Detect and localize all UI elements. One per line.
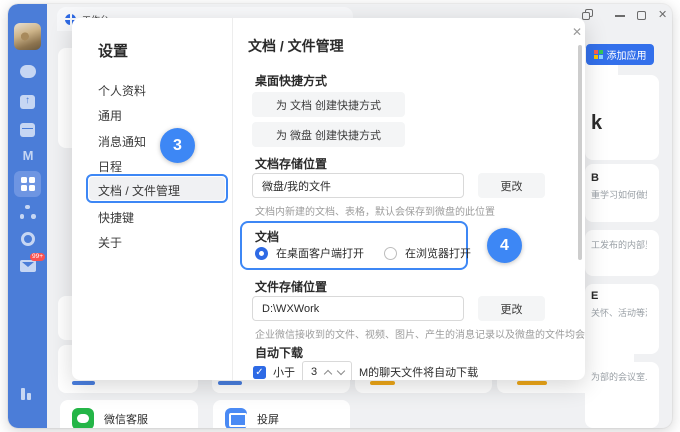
stats-icon[interactable] <box>18 384 37 403</box>
nav-item-profile[interactable]: 个人资料 <box>98 82 146 99</box>
doc-storage-helper: 文档内新建的文档、表格，默认会保存到微盘的此位置 <box>255 203 495 218</box>
wechat-service-icon <box>72 408 94 428</box>
spinner-up-icon[interactable] <box>324 369 332 377</box>
apps-icon[interactable] <box>18 229 37 248</box>
panel-title: 文档 / 文件管理 <box>248 36 344 56</box>
bg-dash-blue-2 <box>218 381 242 385</box>
bg-dash-yellow-2 <box>517 381 547 385</box>
app-window: 工作台 ✕ M 99+ <box>8 4 672 428</box>
doc-open-label: 文档 <box>255 228 279 245</box>
spinner-down-icon[interactable] <box>337 367 345 375</box>
docs-icon[interactable] <box>18 92 37 111</box>
auto-download-row: ✓ 小于 3 M的聊天文件将自动下载 <box>253 361 478 380</box>
auto-download-label: 自动下载 <box>255 344 303 361</box>
radio-browser-unselected[interactable] <box>384 247 397 260</box>
card-text-fragment: B <box>585 164 659 184</box>
nav-item-general[interactable]: 通用 <box>98 107 122 124</box>
radio-label-browser[interactable]: 在浏览器打开 <box>405 245 471 261</box>
settings-nav: 设置 个人资料 通用 消息通知 日程 文档 / 文件管理 快捷键 关于 <box>72 18 233 380</box>
app-label: 微信客服 <box>104 411 148 427</box>
nav-item-about[interactable]: 关于 <box>98 234 122 251</box>
doc-storage-input[interactable]: 微盘/我的文件 <box>252 173 464 198</box>
card-text-fragment: E <box>585 284 659 302</box>
create-drive-shortcut-button[interactable]: 为 微盘 创建快捷方式 <box>252 122 405 147</box>
contacts-icon[interactable] <box>18 202 37 221</box>
doc-storage-change-button[interactable]: 更改 <box>478 173 545 198</box>
card-text-fragment: 关怀、活动等消... <box>585 302 647 319</box>
avatar[interactable] <box>14 23 41 50</box>
card-text-fragment: 重学习如何做好... <box>585 184 647 201</box>
file-storage-label: 文件存储位置 <box>255 278 327 295</box>
app-card-wechat-service[interactable]: 微信客服 <box>60 400 198 428</box>
window-close-button[interactable]: ✕ <box>658 7 667 21</box>
auto-download-prefix: 小于 <box>273 364 295 380</box>
file-storage-change-button[interactable]: 更改 <box>478 296 545 321</box>
bg-right-card-4: E 关怀、活动等消... <box>585 284 659 354</box>
card-text-fragment: 工发布的内部里... <box>585 230 647 251</box>
meeting-icon[interactable]: M <box>18 146 37 165</box>
size-value[interactable]: 3 <box>303 366 325 378</box>
bg-right-card-2: B 重学习如何做好... <box>585 164 659 222</box>
settings-title: 设置 <box>98 40 128 61</box>
file-storage-input[interactable]: D:\WXWork <box>252 296 464 321</box>
screen: 工作台 ✕ M 99+ <box>0 0 680 432</box>
messages-icon[interactable] <box>18 62 37 81</box>
auto-download-checkbox-checked[interactable]: ✓ <box>253 366 266 379</box>
doc-storage-label: 文档存储位置 <box>255 155 327 172</box>
split-window-icon[interactable] <box>582 9 593 20</box>
minimize-button[interactable] <box>615 15 625 17</box>
nav-item-notifications[interactable]: 消息通知 <box>98 133 146 150</box>
workbench-icon-active[interactable] <box>14 171 41 197</box>
auto-download-suffix: M的聊天文件将自动下载 <box>359 364 478 380</box>
add-app-button[interactable]: 添加应用 <box>586 44 654 65</box>
file-storage-helper: 企业微信接收到的文件、视频、图片、产生的消息记录以及微盘的文件均会存放于此 <box>255 326 585 341</box>
add-app-icon <box>594 50 603 59</box>
nav-item-doc-file-management[interactable]: 文档 / 文件管理 <box>98 182 180 199</box>
size-spinner[interactable]: 3 <box>302 361 352 380</box>
add-app-label: 添加应用 <box>607 47 647 62</box>
annotation-step-4: 4 <box>487 228 522 263</box>
radio-label-desktop[interactable]: 在桌面客户端打开 <box>276 245 364 261</box>
bg-right-card-3: 工发布的内部里... <box>585 230 659 276</box>
create-doc-shortcut-button[interactable]: 为 文档 创建快捷方式 <box>252 92 405 117</box>
doc-open-options: 在桌面客户端打开 在浏览器打开 <box>255 245 471 261</box>
calendar-icon[interactable] <box>18 120 37 139</box>
bg-right-card-5: 为部的会议室... <box>585 362 659 428</box>
bg-right-card-1: k <box>585 75 659 160</box>
modal-scrollbar[interactable] <box>578 45 582 260</box>
bg-dash-yellow-1 <box>370 381 395 385</box>
app-card-screencast[interactable]: 投屏 <box>213 400 350 428</box>
screencast-icon <box>225 408 247 428</box>
app-label: 投屏 <box>257 411 279 427</box>
maximize-button[interactable] <box>637 11 646 20</box>
settings-modal: ✕ 设置 个人资料 通用 消息通知 日程 文档 / 文件管理 快捷键 关于 文档… <box>72 18 585 380</box>
card-text-fragment: k <box>591 112 665 135</box>
card-text-fragment: 为部的会议室... <box>585 362 647 383</box>
mail-badge: 99+ <box>30 253 45 261</box>
radio-desktop-client-selected[interactable] <box>255 247 268 260</box>
nav-item-shortcuts[interactable]: 快捷键 <box>98 209 134 226</box>
shortcut-section-label: 桌面快捷方式 <box>255 72 327 89</box>
modal-close-icon[interactable]: ✕ <box>569 25 585 39</box>
nav-item-schedule[interactable]: 日程 <box>98 158 122 175</box>
bg-dash-blue-1 <box>72 381 95 385</box>
app-sidebar: M 99+ <box>8 4 47 428</box>
annotation-step-3: 3 <box>160 128 195 163</box>
